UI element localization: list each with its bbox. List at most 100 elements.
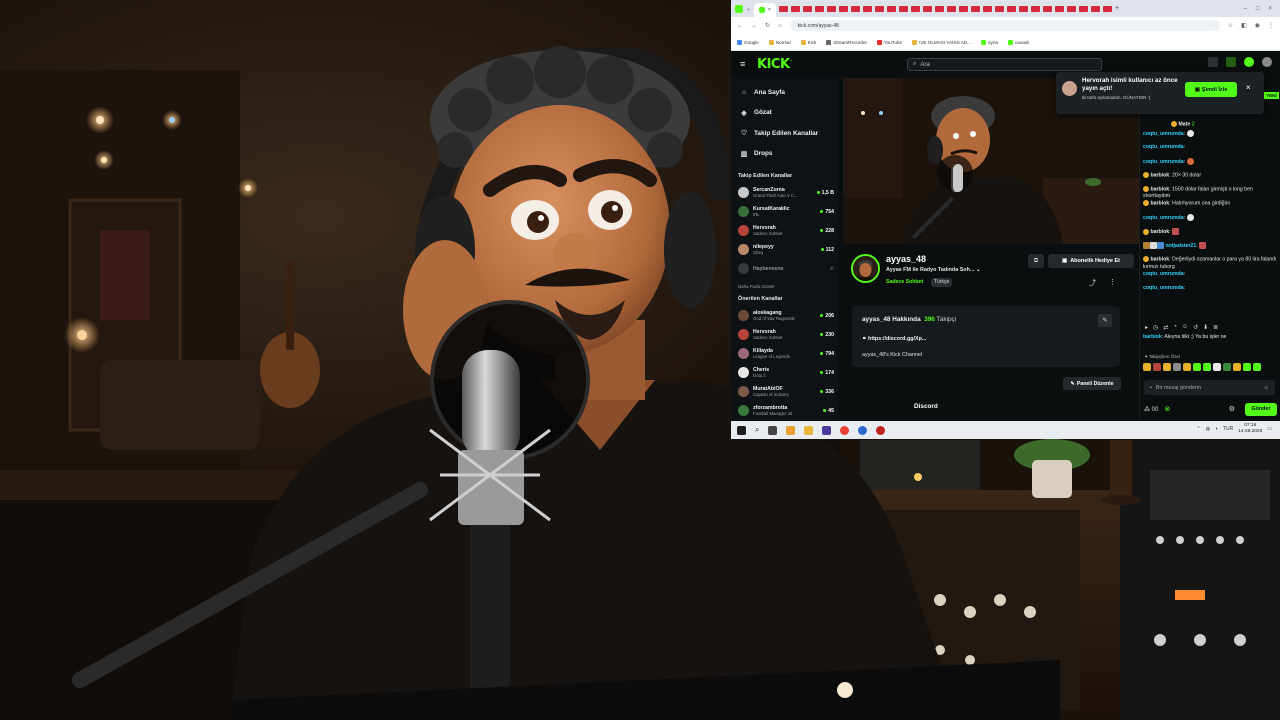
recommended-channel[interactable]: Cheris Dota 2 174 xyxy=(731,363,838,382)
clock-icon[interactable]: ◷ xyxy=(1153,324,1158,331)
emote-icon[interactable] xyxy=(1143,363,1151,371)
back-icon[interactable]: ← xyxy=(737,23,743,29)
chat-username[interactable]: barbiok xyxy=(1143,334,1162,340)
emote-icon[interactable] xyxy=(1163,363,1171,371)
tab-youtube[interactable] xyxy=(1030,5,1040,12)
tab-youtube[interactable] xyxy=(946,5,956,12)
kick-coin-icon[interactable] xyxy=(1244,57,1254,67)
tab-youtube[interactable] xyxy=(958,5,968,12)
settings-list-icon[interactable]: ≣ xyxy=(1213,324,1218,331)
tab-youtube[interactable] xyxy=(910,5,920,12)
emote-icon[interactable] xyxy=(1173,363,1181,371)
chrome-icon[interactable] xyxy=(840,425,850,435)
emote-icon[interactable] xyxy=(1193,363,1201,371)
tab-youtube[interactable] xyxy=(814,5,824,12)
chat-settings-icon[interactable]: ⚙ xyxy=(1229,405,1235,413)
share-icon[interactable]: ⤴ xyxy=(1089,278,1096,288)
recommended-channel[interactable]: Killayda League of Legends 794 xyxy=(731,344,838,363)
bookmark-normal[interactable]: Normal xyxy=(768,39,791,45)
bookmark-streamrecorder[interactable]: StreamRecorder xyxy=(826,39,867,45)
chevron-down-icon[interactable]: ⌄ xyxy=(976,267,981,273)
emote-icon[interactable] xyxy=(1213,363,1221,371)
forward-icon[interactable]: → xyxy=(751,23,757,29)
volume-icon[interactable]: ◖ xyxy=(1215,426,1218,432)
bookmark-star-icon[interactable]: ☆ xyxy=(1228,22,1233,29)
show-more-link[interactable]: Daha Fazla Göster xyxy=(731,278,838,292)
emote-icon[interactable] xyxy=(1253,363,1261,371)
emote-icon[interactable] xyxy=(1233,363,1241,371)
pin-icon[interactable]: ⬇ xyxy=(1203,324,1208,331)
emote-only-icon[interactable]: ☺ xyxy=(1182,324,1188,330)
bookmark-canasli[interactable]: canaslı xyxy=(1007,39,1030,45)
tab-youtube[interactable] xyxy=(982,5,992,12)
nav-following[interactable]: ♡ Takip Edilen Kanallar xyxy=(731,123,838,144)
followed-channel[interactable]: nilepeyy Obey 112 xyxy=(731,240,838,259)
url-field[interactable]: kick.com/ayyas-48 xyxy=(789,20,1220,31)
tab-youtube[interactable] xyxy=(1090,5,1100,12)
chat-username[interactable]: barbiok xyxy=(1150,186,1169,192)
chevron-up-icon[interactable]: ⌃ xyxy=(1196,426,1200,432)
chat-username[interactable]: coqtu_umrumda xyxy=(1143,271,1184,277)
emote-icon[interactable] xyxy=(1203,363,1211,371)
tab-youtube[interactable] xyxy=(970,5,980,12)
active-tab[interactable]: × xyxy=(754,3,776,17)
tab-youtube[interactable] xyxy=(1018,5,1028,12)
tab-youtube[interactable] xyxy=(994,5,1004,12)
tab-close-icon[interactable]: × xyxy=(768,7,771,13)
home-icon[interactable]: ⌂ xyxy=(778,23,782,29)
reload-icon[interactable]: ↻ xyxy=(765,22,770,29)
bookmark-youtube[interactable]: YouTube xyxy=(877,39,902,45)
edit-pencil-icon[interactable]: ✎ xyxy=(1098,314,1112,327)
app-icon[interactable] xyxy=(876,425,886,435)
recommended-channel[interactable]: Hervorah Sadece Sohbet 230 xyxy=(731,325,838,344)
chat-username[interactable]: coqtu_umrumda xyxy=(1143,215,1184,221)
recommended-channel[interactable]: zforzambrotta Football Manager 26 45 xyxy=(731,401,838,420)
creator-dashboard-icon[interactable] xyxy=(1226,57,1236,67)
tab-youtube[interactable] xyxy=(802,5,812,12)
tab-youtube[interactable] xyxy=(1054,5,1064,12)
chat-username[interactable]: barbiok xyxy=(1150,172,1169,178)
extensions-icon[interactable]: ◧ xyxy=(1241,22,1247,29)
chat-username[interactable]: coqtu_umrumda xyxy=(1143,159,1184,165)
file-explorer-icon[interactable] xyxy=(804,425,814,435)
recommended-channel[interactable]: aloskagang God of War Ragnarök 206 xyxy=(731,306,838,325)
chat-username[interactable]: coqtu_umrumda xyxy=(1143,144,1184,150)
tab-youtube[interactable] xyxy=(874,5,884,12)
edit-panels-button[interactable]: ✎ Paneli Düzenle xyxy=(1063,377,1121,390)
emote-icon[interactable] xyxy=(1183,363,1191,371)
minimize-icon[interactable]: – xyxy=(1244,6,1247,12)
tab-youtube[interactable] xyxy=(862,5,872,12)
tab-youtube[interactable] xyxy=(1102,5,1112,12)
notification-center-icon[interactable]: ▭ xyxy=(1267,426,1272,432)
steam-icon[interactable] xyxy=(858,425,868,435)
followed-channel[interactable]: Hervorah Sadece Sohbet 228 xyxy=(731,221,838,240)
chat-input[interactable]: ▪ Bir mesaj gönderin ☺ xyxy=(1144,380,1275,395)
bookmark-google[interactable]: Google xyxy=(737,39,759,45)
stream-category[interactable]: Sadece Sohbet xyxy=(886,279,923,285)
tab-youtube[interactable] xyxy=(1042,5,1052,12)
recommended-channel[interactable]: MuratAbiOF Captain of Industry 336 xyxy=(731,382,838,401)
chat-username[interactable]: coqtu_umrumda xyxy=(1143,285,1184,291)
new-tab-icon[interactable]: + xyxy=(1115,5,1119,12)
nav-home[interactable]: ⌂ Ana Sayfa xyxy=(731,82,838,103)
profile-icon[interactable]: ◉ xyxy=(1255,22,1260,29)
undo-icon[interactable]: ↺ xyxy=(1193,324,1198,331)
search-icon[interactable]: ⌕ xyxy=(755,425,759,435)
tab-youtube[interactable] xyxy=(922,5,932,12)
tab-youtube[interactable] xyxy=(790,5,800,12)
tab-youtube[interactable] xyxy=(1078,5,1088,12)
play-icon[interactable]: ▸ xyxy=(1145,324,1148,331)
emote-icon[interactable] xyxy=(1243,363,1251,371)
tab-youtube[interactable] xyxy=(898,5,908,12)
maximize-icon[interactable]: □ xyxy=(1256,6,1260,12)
bookmark-kick[interactable]: Kick xyxy=(800,39,816,45)
user-avatar[interactable] xyxy=(1262,57,1272,67)
emoji-icon[interactable]: ☺ xyxy=(1263,385,1269,391)
new-tab-dropdown-icon[interactable]: ⌄ xyxy=(746,5,751,12)
close-icon[interactable]: × xyxy=(1246,83,1251,92)
chat-username[interactable]: notjadster21 xyxy=(1165,243,1196,249)
tab-youtube[interactable] xyxy=(1066,5,1076,12)
send-button[interactable]: Gönder xyxy=(1245,402,1277,416)
more-options-icon[interactable]: ⋮ xyxy=(1109,278,1116,286)
task-view-icon[interactable] xyxy=(768,425,778,435)
